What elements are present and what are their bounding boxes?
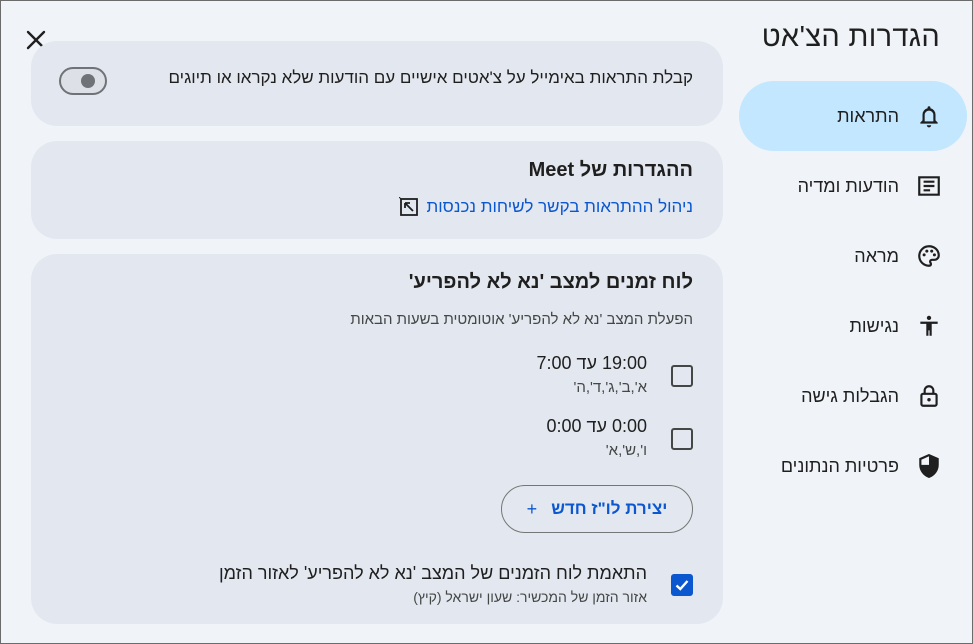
timezone-label: התאמת לוח הזמנים של המצב 'נא לא להפריע' … — [218, 563, 647, 583]
accessibility-icon — [915, 312, 943, 340]
bell-icon — [915, 102, 943, 130]
sidebar-item-data-privacy[interactable]: פרטיות הנתונים — [739, 431, 967, 501]
schedule-days: ו',ש',א' — [605, 442, 647, 459]
schedule-item: 0:00 עד 0:00 ו',ש',א' — [333, 416, 693, 466]
timezone-option: התאמת לוח הזמנים של המצב 'נא לא להפריע' … — [193, 560, 693, 610]
schedule-item: 19:00 עד 7:00 א',ב',ג',ד',ה' — [333, 353, 693, 403]
sidebar-item-label: נגישות — [849, 315, 899, 336]
meet-settings-card: ההגדרות של Meet ניהול ההתראות בקשר לשיחו… — [31, 141, 723, 239]
schedule-checkbox[interactable] — [671, 428, 693, 450]
sidebar-item-accessibility[interactable]: נגישות — [739, 291, 967, 361]
manage-call-notifications-link[interactable]: ניהול ההתראות בקשר לשיחות נכנסות — [398, 197, 693, 217]
link-label: ניהול ההתראות בקשר לשיחות נכנסות — [426, 197, 693, 216]
lock-icon — [915, 382, 943, 410]
shield-icon — [915, 452, 943, 480]
dnd-heading: לוח זמנים למצב 'נא לא להפריע' — [408, 271, 693, 293]
sidebar-item-notifications[interactable]: התראות — [739, 81, 967, 151]
sidebar-item-appearance[interactable]: מראה — [739, 221, 967, 291]
palette-icon — [915, 242, 943, 270]
sidebar-item-messages-media[interactable]: הודעות ומדיה — [739, 151, 967, 221]
create-schedule-button[interactable]: יצירת לו"ז חדש + — [501, 485, 693, 533]
dnd-description: הפעלת המצב 'נא לא להפריע' אוטומטית בשעות… — [350, 311, 693, 328]
sidebar-item-label: מראה — [854, 245, 899, 266]
check-icon — [675, 580, 689, 591]
schedule-time: 0:00 עד 0:00 — [546, 416, 647, 436]
sidebar-item-label: פרטיות הנתונים — [780, 455, 899, 476]
meet-heading: ההגדרות של Meet — [528, 159, 693, 181]
open-external-icon — [398, 197, 418, 216]
sidebar-item-access-restrictions[interactable]: הגבלות גישה — [739, 361, 967, 431]
timezone-checkbox[interactable] — [671, 574, 693, 596]
create-schedule-label: יצירת לו"ז חדש — [551, 499, 668, 518]
timezone-sub: אזור הזמן של המכשיר: שעון ישראל (קיץ) — [413, 589, 647, 605]
schedule-time: 19:00 עד 7:00 — [536, 353, 647, 373]
dnd-schedule-card: לוח זמנים למצב 'נא לא להפריע' הפעלת המצב… — [31, 254, 723, 624]
email-notifications-card: קבלת התראות באימייל על צ'אטים אישיים עם … — [31, 41, 723, 126]
schedule-checkbox[interactable] — [671, 365, 693, 387]
sidebar-item-label: הגבלות גישה — [801, 385, 899, 406]
sidebar-item-label: התראות — [837, 105, 899, 126]
plus-icon: + — [526, 498, 538, 519]
email-notifications-toggle[interactable] — [59, 67, 107, 95]
schedule-days: א',ב',ג',ד',ה' — [573, 379, 647, 396]
settings-window: הגדרות הצ'אט התראות הודעות ומדיה מראה נג… — [0, 0, 973, 644]
toggle-knob — [81, 74, 95, 88]
message-icon — [915, 172, 943, 200]
sidebar-item-label: הודעות ומדיה — [797, 175, 899, 196]
page-title: הגדרות הצ'אט — [761, 21, 940, 53]
email-notifications-label: קבלת התראות באימייל על צ'אטים אישיים עם … — [168, 68, 693, 87]
